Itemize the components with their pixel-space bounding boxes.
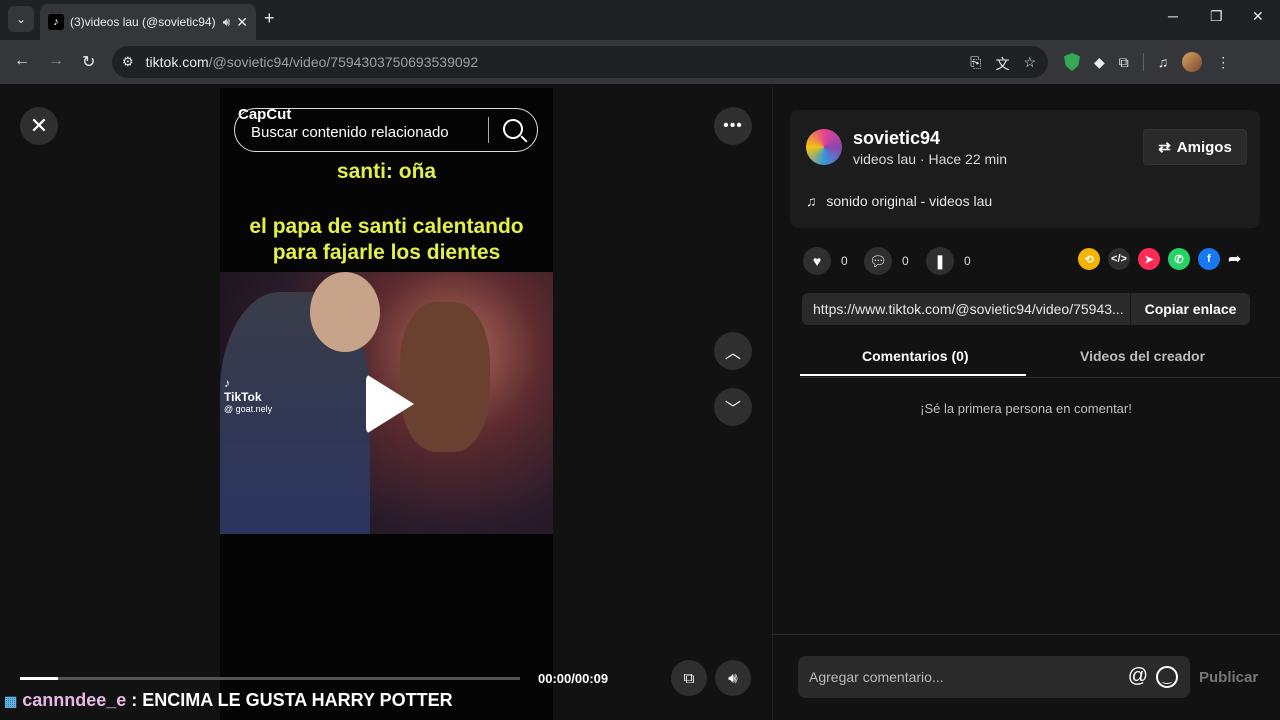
like-count: 0	[841, 254, 848, 268]
floating-player-icon[interactable]: ⧉	[671, 660, 707, 696]
embed-code-icon[interactable]: </>	[1108, 248, 1130, 270]
search-divider	[488, 117, 489, 143]
author-subtitle: videos lau · Hace 22 min	[853, 151, 1008, 167]
save-action[interactable]: ❚ 0	[926, 247, 971, 275]
bookmark-icon[interactable]: ❚	[926, 247, 954, 275]
chevron-up-icon[interactable]: ︿	[714, 332, 752, 370]
video-caption-main: el papa de santi calentando para fajarle…	[220, 214, 553, 266]
author-name[interactable]: sovietic94	[853, 128, 940, 149]
translate-icon[interactable]: 文	[995, 54, 1009, 74]
music-row[interactable]: ♫ sonido original - videos lau	[806, 193, 992, 209]
url-host: tiktok.com	[145, 54, 209, 70]
reload-icon[interactable]: ↻	[82, 52, 95, 72]
video-search-overlay: Buscar contenido relacionado	[234, 108, 538, 152]
chat-badge-icon: ▦	[4, 693, 18, 709]
browser-tabstrip: ⌄ ♪ (3)videos lau (@sovietic94) 🔊︎ ✕ + ─…	[0, 0, 1280, 40]
shield-extension-icon[interactable]	[1064, 53, 1080, 71]
video-player[interactable]: CapCut Buscar contenido relacionado sant…	[220, 88, 553, 720]
tiktok-handle: @ goat.nely	[224, 404, 273, 414]
stream-chat-message: ▦ cannndee_e : ENCIMA LE GUSTA HARRY POT…	[4, 690, 453, 711]
puzzle-extensions-icon[interactable]: ⧉	[1119, 54, 1129, 71]
chevron-down-icon[interactable]: ﹀	[714, 388, 752, 426]
empty-comments-text: ¡Sé la primera persona en comentar!	[920, 401, 1132, 416]
comment-input[interactable]: Agregar comentario... @ ‿	[798, 656, 1190, 698]
address-bar[interactable]: ⚙︎ tiktok.com/@sovietic94/video/75943037…	[112, 46, 1048, 78]
speaker-icon[interactable]: 🔊︎	[223, 15, 231, 30]
share-link-url[interactable]: https://www.tiktok.com/@sovietic94/video…	[802, 301, 1130, 317]
panel-tabs: Comentarios (0) Videos del creador	[800, 342, 1280, 378]
bookmark-star-icon[interactable]: ☆	[1023, 54, 1036, 74]
site-info-icon[interactable]: ⚙︎	[122, 54, 134, 70]
time-display: 00:00/00:09	[538, 671, 609, 686]
share-icons-row: ⟲ </> ➤ ✆ f ➦	[1078, 248, 1241, 270]
play-icon[interactable]	[366, 374, 414, 434]
menu-dots-icon[interactable]: ⋮	[1216, 54, 1230, 71]
tab-search-button[interactable]: ⌄	[8, 6, 34, 32]
video-frame: ♪ TikTok @ goat.nely	[220, 272, 553, 534]
tiktok-favicon-icon: ♪	[48, 14, 64, 30]
send-icon[interactable]: ➤	[1138, 248, 1160, 270]
search-overlay-text: Buscar contenido relacionado	[251, 123, 449, 141]
friends-button-label: Amigos	[1176, 138, 1232, 156]
tiktok-watermark: ♪ TikTok @ goat.nely	[224, 376, 272, 414]
url-path: /@sovietic94/video/7594303750693539092	[208, 54, 479, 70]
chat-username: cannndee_e	[22, 690, 127, 710]
publish-button[interactable]: Publicar	[1199, 669, 1258, 686]
browser-tab[interactable]: ♪ (3)videos lau (@sovietic94) 🔊︎ ✕	[40, 4, 256, 40]
profile-avatar[interactable]	[1182, 52, 1203, 72]
comment-count: 0	[902, 254, 909, 268]
install-app-icon[interactable]: ⎘	[970, 54, 981, 74]
search-icon	[503, 119, 523, 139]
tiktok-logo-icon: ♪	[224, 376, 230, 390]
tab-comments[interactable]: Comentarios (0)	[862, 348, 969, 364]
close-icon[interactable]: ✕	[20, 107, 58, 145]
forward-arrow-icon[interactable]: →	[48, 52, 64, 70]
more-options-button[interactable]: •••	[714, 107, 752, 145]
repost-icon[interactable]: ⟲	[1078, 248, 1100, 270]
whatsapp-icon[interactable]: ✆	[1168, 248, 1190, 270]
close-window-button[interactable]: ✕	[1252, 8, 1264, 25]
share-arrow-icon[interactable]: ➦	[1228, 249, 1241, 269]
comment-placeholder: Agregar comentario...	[809, 669, 944, 685]
extensions-area: ◆ ⧉ ♫ ⋮	[1064, 52, 1230, 72]
volume-icon[interactable]: 🔊︎	[715, 660, 751, 696]
heart-icon[interactable]: ♥	[803, 247, 831, 275]
chat-separator: :	[126, 690, 143, 710]
facebook-icon[interactable]: f	[1198, 248, 1220, 270]
swap-arrows-icon: ⇄	[1158, 139, 1171, 156]
comment-bubble-icon[interactable]: 💬︎	[864, 247, 892, 275]
share-link-box: https://www.tiktok.com/@sovietic94/video…	[802, 293, 1250, 325]
tab-creator-videos[interactable]: Videos del creador	[1080, 348, 1205, 364]
diamond-extension-icon[interactable]: ◆	[1094, 54, 1105, 71]
restore-button[interactable]: ❐	[1210, 8, 1223, 25]
friends-button[interactable]: ⇄ Amigos	[1143, 129, 1247, 165]
music-title: sonido original - videos lau	[826, 193, 993, 209]
caption-line-1: el papa de santi calentando	[249, 215, 524, 238]
like-action[interactable]: ♥ 0	[803, 247, 848, 275]
chat-message: ENCIMA LE GUSTA HARRY POTTER	[142, 690, 453, 710]
caption-line-2: para fajarle los dientes	[272, 241, 501, 264]
emoji-icon[interactable]: ‿	[1156, 666, 1178, 688]
minimize-button[interactable]: ─	[1168, 8, 1178, 24]
media-control-icon[interactable]: ♫	[1158, 54, 1169, 70]
back-arrow-icon[interactable]: ←	[14, 52, 30, 70]
mention-icon[interactable]: @	[1128, 665, 1148, 688]
person-head	[310, 272, 380, 352]
progress-fill	[20, 677, 58, 680]
toolbar-divider	[1142, 53, 1144, 71]
music-note-icon: ♫	[806, 193, 817, 209]
video-caption-top: santi: oña	[336, 160, 437, 183]
author-avatar[interactable]	[806, 129, 842, 165]
tiktok-label: TikTok	[224, 390, 262, 404]
copy-link-button[interactable]: Copiar enlace	[1130, 293, 1250, 325]
tab-title: (3)videos lau (@sovietic94)	[70, 15, 216, 29]
comment-action[interactable]: 💬︎ 0	[864, 247, 909, 275]
tab-close-icon[interactable]: ✕	[236, 14, 248, 31]
new-tab-button[interactable]: +	[264, 8, 275, 29]
save-count: 0	[964, 254, 971, 268]
progress-bar[interactable]	[20, 677, 520, 680]
active-tab-indicator	[800, 374, 1026, 376]
